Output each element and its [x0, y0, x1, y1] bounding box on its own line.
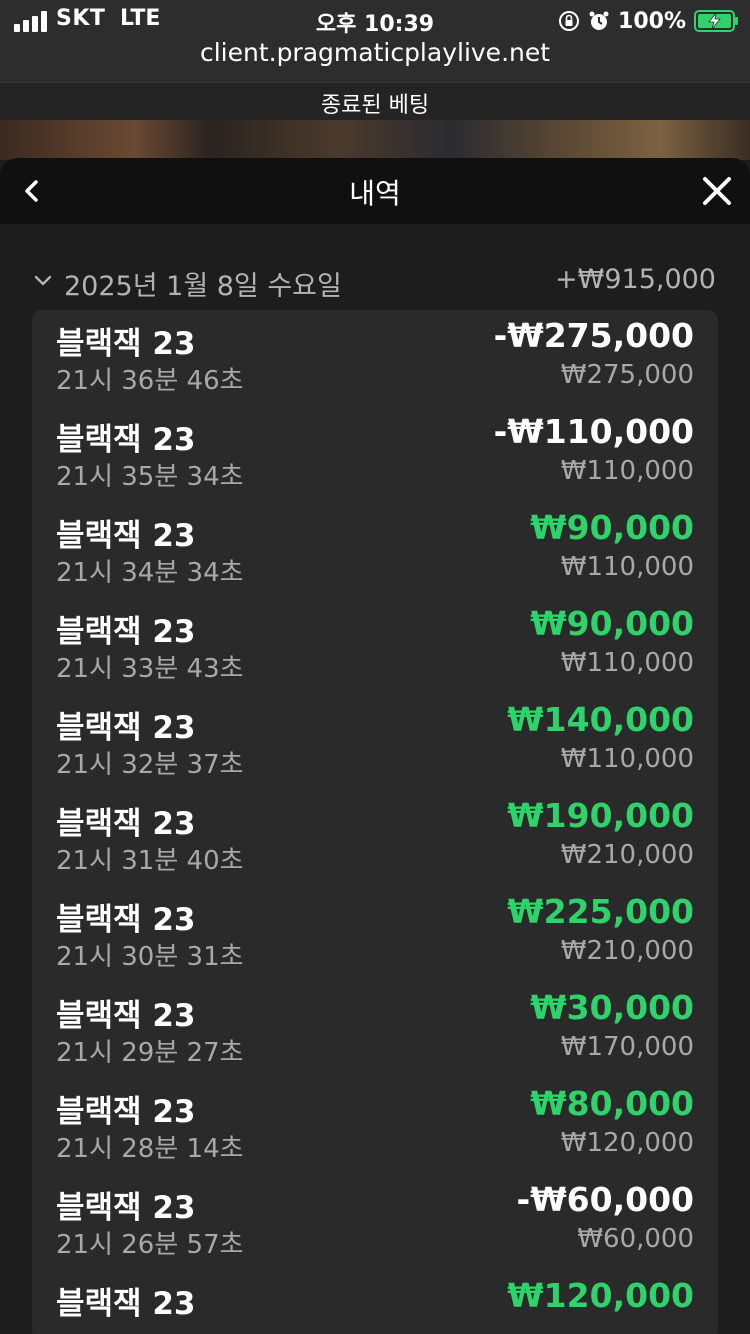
chevron-down-icon	[34, 275, 52, 286]
alarm-icon	[589, 11, 609, 30]
result-amount: ₩225,000	[507, 892, 694, 931]
bet-time: 21시 31분 40초	[56, 846, 244, 876]
stake-amount: ₩210,000	[560, 936, 694, 966]
battery-charging-icon	[694, 10, 738, 32]
game-name: 블랙잭 23	[56, 902, 196, 938]
list-item[interactable]: 블랙잭 23 21시 36분 46초 -₩275,000 ₩275,000	[32, 310, 718, 406]
result-amount: ₩90,000	[530, 508, 694, 547]
battery-percent: 100%	[618, 8, 686, 34]
list-item[interactable]: 블랙잭 23 21시 26분 57초 -₩60,000 ₩60,000	[32, 1174, 718, 1270]
list-item[interactable]: 블랙잭 23 21시 35분 34초 -₩110,000 ₩110,000	[32, 406, 718, 502]
bet-history-list[interactable]: 블랙잭 23 21시 36분 46초 -₩275,000 ₩275,000 블랙…	[32, 310, 718, 1334]
game-name: 블랙잭 23	[56, 326, 196, 362]
bet-time: 21시 34분 34초	[56, 558, 244, 588]
result-amount: ₩80,000	[530, 1084, 694, 1123]
game-name: 블랙잭 23	[56, 422, 196, 458]
list-item[interactable]: 블랙잭 23 ₩120,000	[32, 1270, 718, 1334]
result-amount: ₩30,000	[530, 988, 694, 1027]
stake-amount: ₩210,000	[560, 840, 694, 870]
stake-amount: ₩110,000	[560, 552, 694, 582]
bet-time: 21시 32분 37초	[56, 750, 244, 780]
bet-time: 21시 29분 27초	[56, 1038, 244, 1068]
result-amount: -₩60,000	[516, 1180, 694, 1219]
result-amount: -₩110,000	[493, 412, 694, 451]
date-label: 2025년 1월 8일 수요일	[64, 271, 342, 302]
result-amount: ₩120,000	[507, 1276, 694, 1315]
game-name: 블랙잭 23	[56, 518, 196, 554]
list-item[interactable]: 블랙잭 23 21시 29분 27초 ₩30,000 ₩170,000	[32, 982, 718, 1078]
stake-amount: ₩120,000	[560, 1128, 694, 1158]
result-amount: ₩140,000	[507, 700, 694, 739]
bet-time: 21시 35분 34초	[56, 462, 244, 492]
closed-bets-title: 종료된 베팅	[320, 93, 430, 118]
list-item[interactable]: 블랙잭 23 21시 33분 43초 ₩90,000 ₩110,000	[32, 598, 718, 694]
stake-amount: ₩110,000	[560, 648, 694, 678]
close-icon[interactable]	[700, 174, 734, 208]
live-video-preview	[0, 120, 750, 160]
bet-time: 21시 36분 46초	[56, 366, 244, 396]
game-name: 블랙잭 23	[56, 710, 196, 746]
game-name: 블랙잭 23	[56, 1094, 196, 1130]
top-bar: 종료된 베팅	[0, 82, 750, 120]
stake-amount: ₩60,000	[577, 1224, 694, 1254]
sheet-title: 내역	[349, 177, 401, 210]
status-bar: SKT LTE 오후 10:39 100% client.pragmaticpl…	[0, 0, 750, 82]
list-item[interactable]: 블랙잭 23 21시 30분 31초 ₩225,000 ₩210,000	[32, 886, 718, 982]
url-bar[interactable]: client.pragmaticplaylive.net	[0, 38, 750, 67]
list-item[interactable]: 블랙잭 23 21시 34분 34초 ₩90,000 ₩110,000	[32, 502, 718, 598]
stake-amount: ₩110,000	[560, 744, 694, 774]
result-amount: -₩275,000	[493, 316, 694, 355]
history-sheet: 내역 2025년 1월 8일 수요일 +₩915,000 블랙잭 23 21시 …	[0, 158, 750, 1334]
stake-amount: ₩275,000	[560, 360, 694, 390]
game-name: 블랙잭 23	[56, 1286, 196, 1322]
bet-time: 21시 28분 14초	[56, 1134, 244, 1164]
game-name: 블랙잭 23	[56, 806, 196, 842]
list-item[interactable]: 블랙잭 23 21시 31분 40초 ₩190,000 ₩210,000	[32, 790, 718, 886]
stake-amount: ₩170,000	[560, 1032, 694, 1062]
result-amount: ₩190,000	[507, 796, 694, 835]
game-name: 블랙잭 23	[56, 998, 196, 1034]
date-total: +₩915,000	[555, 264, 716, 295]
rotation-lock-icon	[559, 11, 580, 31]
bet-time: 21시 26분 57초	[56, 1230, 244, 1260]
date-group-header[interactable]: 2025년 1월 8일 수요일 +₩915,000	[0, 262, 750, 302]
sheet-header: 내역	[0, 158, 750, 224]
bet-time: 21시 33분 43초	[56, 654, 244, 684]
list-item[interactable]: 블랙잭 23 21시 28분 14초 ₩80,000 ₩120,000	[32, 1078, 718, 1174]
list-item[interactable]: 블랙잭 23 21시 32분 37초 ₩140,000 ₩110,000	[32, 694, 718, 790]
stake-amount: ₩110,000	[560, 456, 694, 486]
game-name: 블랙잭 23	[56, 614, 196, 650]
result-amount: ₩90,000	[530, 604, 694, 643]
game-name: 블랙잭 23	[56, 1190, 196, 1226]
bet-time: 21시 30분 31초	[56, 942, 244, 972]
